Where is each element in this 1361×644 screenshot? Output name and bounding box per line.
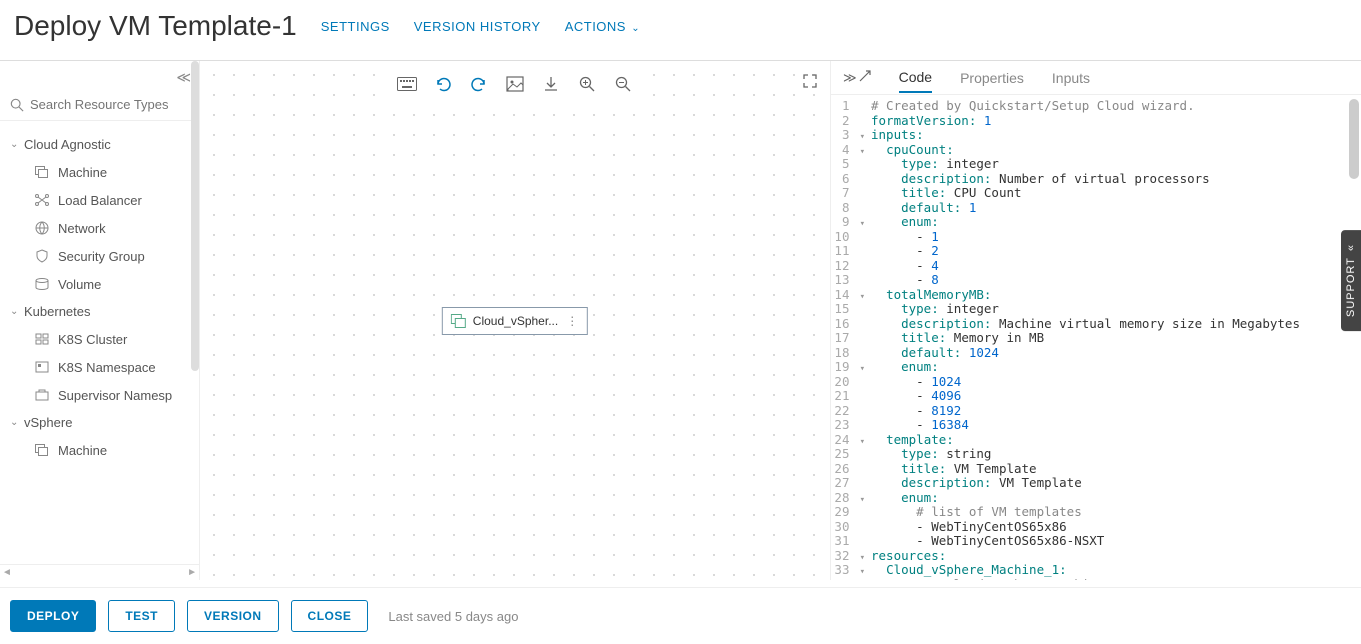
chevron-down-icon: ⌄ bbox=[10, 417, 24, 428]
resource-icon bbox=[34, 387, 50, 403]
design-canvas[interactable]: Cloud_vSpher... ⋮ bbox=[200, 61, 831, 580]
test-button[interactable]: TEST bbox=[108, 600, 175, 632]
fullscreen-icon[interactable] bbox=[802, 73, 818, 92]
download-icon[interactable] bbox=[540, 73, 562, 95]
keyboard-icon[interactable] bbox=[396, 73, 418, 95]
tree-group[interactable]: ⌄Cloud Agnostic bbox=[0, 131, 199, 158]
support-chevron-icon: « bbox=[1345, 244, 1357, 251]
settings-link[interactable]: SETTINGS bbox=[321, 19, 390, 34]
canvas-toolbar bbox=[388, 69, 642, 99]
machine-icon bbox=[451, 314, 467, 328]
chevron-down-icon: ⌄ bbox=[10, 139, 24, 150]
tree-item[interactable]: Security Group bbox=[0, 242, 199, 270]
page-title: Deploy VM Template-1 bbox=[14, 10, 297, 42]
tab-properties[interactable]: Properties bbox=[960, 64, 1024, 92]
tree-item[interactable]: Volume bbox=[0, 270, 199, 298]
resource-icon bbox=[34, 442, 50, 458]
tree-group[interactable]: ⌄vSphere bbox=[0, 409, 199, 436]
resource-icon bbox=[34, 164, 50, 180]
deploy-button[interactable]: DEPLOY bbox=[10, 600, 96, 632]
page-header: Deploy VM Template-1 SETTINGS VERSION HI… bbox=[0, 0, 1361, 60]
resource-icon bbox=[34, 220, 50, 236]
canvas-node-vsphere-machine[interactable]: Cloud_vSpher... ⋮ bbox=[442, 307, 588, 335]
tree-item[interactable]: K8S Cluster bbox=[0, 325, 199, 353]
code-pane: ≫ Code Properties Inputs 1 2 3 ▾4 ▾5 6 7… bbox=[831, 61, 1361, 580]
resource-icon bbox=[34, 331, 50, 347]
tree-item[interactable]: Supervisor Namesp bbox=[0, 381, 199, 409]
frame-icon[interactable] bbox=[504, 73, 526, 95]
tree-item[interactable]: Load Balancer bbox=[0, 186, 199, 214]
version-button[interactable]: VERSION bbox=[187, 600, 279, 632]
zoom-in-icon[interactable] bbox=[576, 73, 598, 95]
node-menu-icon[interactable]: ⋮ bbox=[564, 314, 579, 328]
resource-icon bbox=[34, 192, 50, 208]
tree-item[interactable]: Network bbox=[0, 214, 199, 242]
code-editor[interactable]: 1 2 3 ▾4 ▾5 6 7 8 9 ▾10 11 12 13 14 ▾15 … bbox=[831, 95, 1361, 580]
tree-item[interactable]: Machine bbox=[0, 158, 199, 186]
resource-sidebar: ≪ ⌄Cloud AgnosticMachineLoad BalancerNet… bbox=[0, 61, 200, 580]
tree-item[interactable]: Machine bbox=[0, 436, 199, 464]
node-label: Cloud_vSpher... bbox=[473, 314, 558, 328]
line-gutter: 1 2 3 ▾4 ▾5 6 7 8 9 ▾10 11 12 13 14 ▾15 … bbox=[831, 95, 871, 580]
resource-icon bbox=[34, 276, 50, 292]
sidebar-hscroll[interactable]: ◄► bbox=[0, 564, 199, 580]
sidebar-scrollbar[interactable] bbox=[191, 61, 199, 371]
resource-icon bbox=[34, 248, 50, 264]
resize-pane-icon[interactable]: ≫ bbox=[843, 70, 871, 86]
collapse-sidebar-icon[interactable]: ≪ bbox=[176, 69, 191, 86]
resource-tree[interactable]: ⌄Cloud AgnosticMachineLoad BalancerNetwo… bbox=[0, 121, 199, 564]
zoom-out-icon[interactable] bbox=[612, 73, 634, 95]
redo-icon[interactable] bbox=[468, 73, 490, 95]
search-input[interactable] bbox=[30, 97, 189, 112]
close-button[interactable]: CLOSE bbox=[291, 600, 369, 632]
resource-icon bbox=[34, 359, 50, 375]
version-history-link[interactable]: VERSION HISTORY bbox=[414, 19, 541, 34]
support-tab[interactable]: SUPPORT « bbox=[1341, 230, 1361, 331]
search-icon bbox=[10, 98, 24, 112]
code-scrollbar[interactable] bbox=[1349, 99, 1359, 179]
tab-code[interactable]: Code bbox=[899, 63, 932, 93]
tree-item[interactable]: K8S Namespace bbox=[0, 353, 199, 381]
save-status: Last saved 5 days ago bbox=[388, 609, 518, 624]
chevron-down-icon: ⌄ bbox=[628, 23, 640, 34]
tree-group[interactable]: ⌄Kubernetes bbox=[0, 298, 199, 325]
actions-dropdown[interactable]: ACTIONS ⌄ bbox=[565, 19, 640, 34]
undo-icon[interactable] bbox=[432, 73, 454, 95]
chevron-down-icon: ⌄ bbox=[10, 306, 24, 317]
footer-bar: DEPLOY TEST VERSION CLOSE Last saved 5 d… bbox=[0, 587, 1361, 644]
tab-inputs[interactable]: Inputs bbox=[1052, 64, 1090, 92]
